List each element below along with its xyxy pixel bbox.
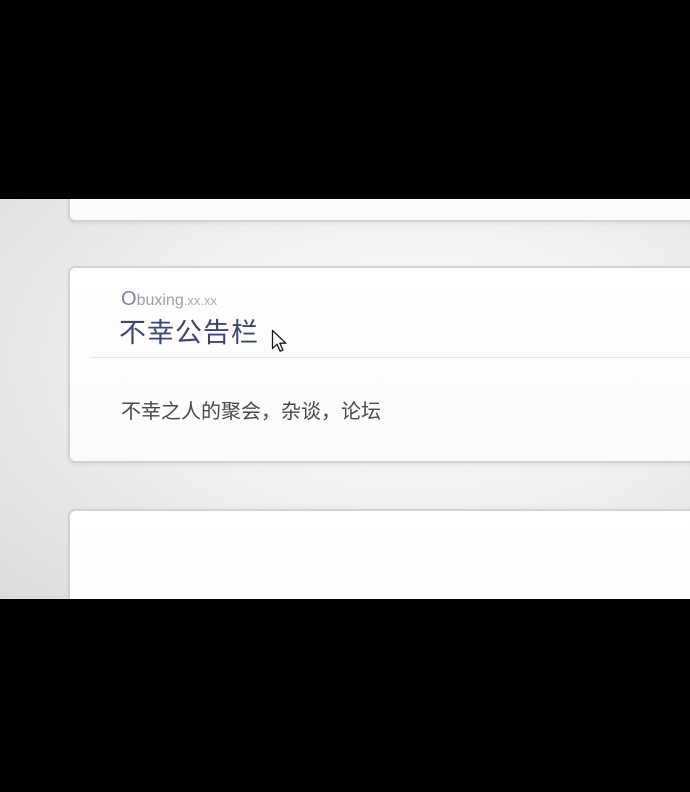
forum-domain: Obuxing.xx.xx [121, 288, 217, 311]
forum-card[interactable]: Obuxing.xx.xx 不幸公告栏 不幸之人的聚会，杂谈，论坛 [68, 266, 690, 463]
forum-card-next[interactable] [68, 509, 690, 599]
forum-list-viewport[interactable]: Obuxing.xx.xx 不幸公告栏 不幸之人的聚会，杂谈，论坛 [0, 199, 690, 599]
forum-domain-initial: O [121, 288, 137, 310]
letterbox-bottom [0, 599, 690, 792]
forum-title[interactable]: 不幸公告栏 [119, 311, 259, 350]
forum-description: 不幸之人的聚会，杂谈，论坛 [121, 399, 381, 423]
letterbox-top [0, 0, 690, 199]
forum-domain-suffix: .xx.xx [183, 293, 217, 308]
mouse-pointer-icon [271, 329, 287, 352]
forum-card-previous[interactable] [68, 199, 690, 222]
card-divider [90, 357, 690, 358]
forum-card-header[interactable]: Obuxing.xx.xx 不幸公告栏 [70, 268, 690, 357]
forum-domain-name: buxing [136, 292, 184, 309]
